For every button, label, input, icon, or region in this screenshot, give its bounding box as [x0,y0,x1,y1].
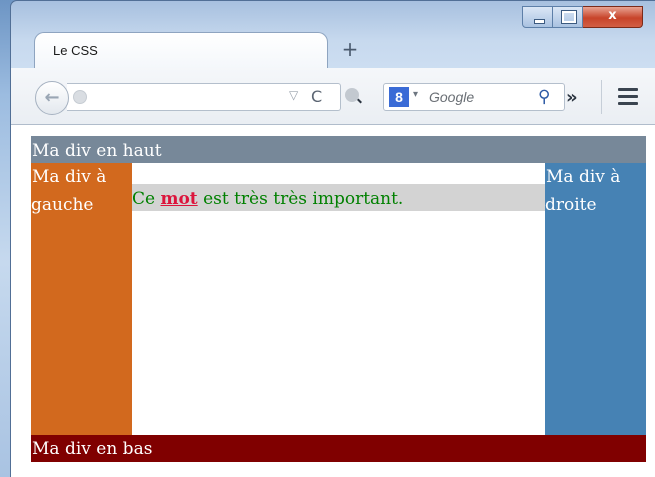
back-button[interactable]: ← [35,81,69,115]
google-logo-icon[interactable]: 8 [389,87,409,107]
navigation-toolbar: ▽ C ← 8 ▾ Google ⚲ » [11,68,655,125]
div-gauche-text: Ma div à gauche [31,167,107,215]
maximize-button[interactable] [553,6,583,28]
hamburger-menu-icon[interactable] [618,88,638,109]
search-bar[interactable]: 8 ▾ Google ⚲ [383,83,565,111]
magnifier-icon[interactable]: ⚲ [538,87,550,107]
new-tab-button[interactable]: + [340,38,360,60]
tab-title: Le CSS [53,43,98,58]
sentence-start: Ce [132,189,161,209]
div-droite: Ma div à droite [545,163,646,435]
div-centre: Ce mot est très très important. [132,163,545,435]
div-haut-text: Ma div en haut [32,141,162,161]
url-bar[interactable]: ▽ C [67,83,341,111]
maximize-icon [561,10,577,24]
toolbar-separator [601,80,602,114]
close-icon: x [608,8,617,23]
minimize-button[interactable] [522,6,553,28]
important-sentence: Ce mot est très très important. [132,184,545,211]
div-bas: Ma div en bas [31,435,646,462]
search-placeholder: Google [429,89,475,105]
div-droite-text: Ma div à droite [545,167,621,215]
overflow-chevron-icon[interactable]: » [566,87,578,108]
emphasized-word: mot [160,189,198,209]
div-bas-text: Ma div en bas [32,439,153,459]
search-engine-icon[interactable] [345,88,359,102]
div-haut: Ma div en haut [31,136,646,163]
url-history-dropdown-icon[interactable]: ▽ [289,88,298,102]
close-button[interactable]: x [583,6,643,28]
tab-le-css[interactable]: Le CSS [34,32,328,69]
reload-icon[interactable]: C [311,87,322,106]
globe-icon [73,90,87,104]
back-arrow-icon: ← [44,87,60,108]
minimize-icon [534,19,545,24]
page-content: Ma div en haut Ma div à gauche Ce mot es… [11,125,655,477]
search-engine-dropdown-icon[interactable]: ▾ [413,89,418,100]
div-gauche: Ma div à gauche [31,163,132,435]
sentence-end: est très très important. [197,189,404,209]
browser-window: x Le CSS + ▽ C ← 8 ▾ Google ⚲ » Ma div e… [0,0,655,477]
